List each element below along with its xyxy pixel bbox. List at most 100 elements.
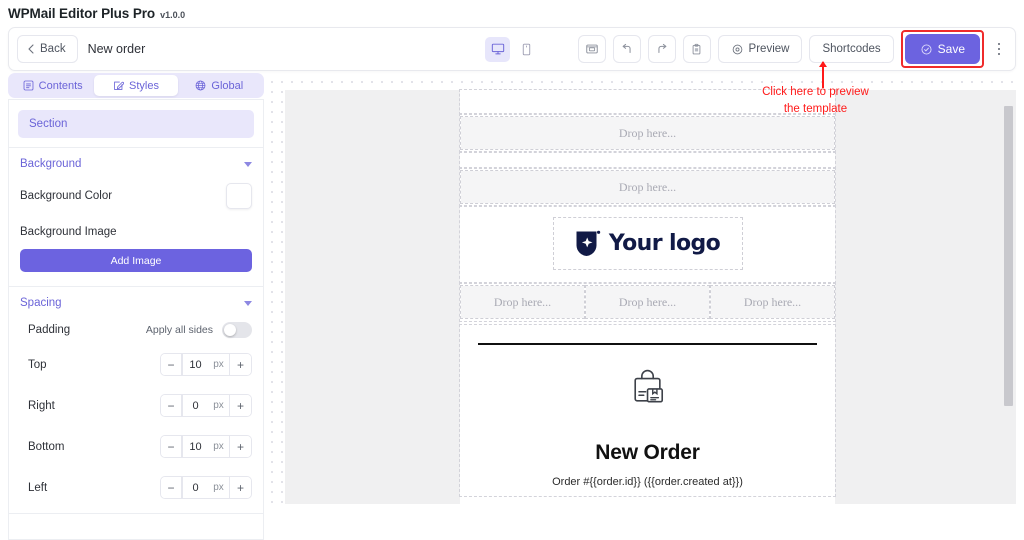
clipboard-button[interactable] (682, 35, 711, 63)
padding-left-row: Left − 0 px + (20, 476, 252, 499)
device-preview-toggle-group (485, 36, 539, 62)
mobile-icon (522, 43, 531, 55)
email-template: Drop here... Drop here... Your logo Drop… (459, 89, 836, 504)
kebab-dot (997, 47, 1001, 51)
background-color-row: Background Color (20, 183, 252, 209)
template-section-top[interactable] (459, 89, 836, 115)
spacing-group-title: Spacing (20, 297, 62, 309)
background-color-swatch[interactable] (226, 183, 252, 209)
tab-contents-label: Contents (38, 79, 83, 92)
toolbar-left-group: Back New order (9, 35, 145, 63)
padding-right-increment[interactable]: + (230, 395, 251, 416)
selected-element-chip[interactable]: Section (18, 110, 254, 138)
padding-top-label: Top (28, 358, 47, 371)
globe-icon (195, 80, 206, 91)
redo-button[interactable] (647, 35, 676, 63)
sidebar-tab-bar: Contents Styles Global (8, 73, 264, 98)
chevron-down-icon (244, 300, 252, 306)
canvas-scrollbar-thumb[interactable] (1004, 106, 1013, 406)
padding-top-stepper[interactable]: − 10 px + (160, 353, 252, 376)
background-image-row: Background Image Add Image (20, 222, 252, 272)
apply-all-sides-label: Apply all sides (145, 324, 213, 336)
shortcodes-button-label: Shortcodes (822, 43, 881, 55)
tab-contents[interactable]: Contents (11, 75, 94, 96)
divider (478, 343, 817, 345)
padding-right-stepper[interactable]: − 0 px + (160, 394, 252, 417)
annotation-arrow (819, 61, 826, 88)
padding-bottom-stepper[interactable]: − 10 px + (160, 435, 252, 458)
padding-bottom-decrement[interactable]: − (161, 436, 182, 457)
padding-top-value[interactable]: 10 (182, 354, 208, 375)
dropzone[interactable]: Drop here... (585, 285, 710, 319)
padding-right-row: Right − 0 px + (20, 394, 252, 417)
save-as-template-button[interactable] (577, 35, 606, 63)
padding-left-unit: px (208, 477, 230, 498)
template-section-2[interactable]: Drop here... (459, 167, 836, 207)
selected-element-panel: Section (8, 99, 264, 147)
toggle-knob (224, 324, 236, 336)
template-section-order[interactable]: New Order Order #{{order.id}} ({{order.c… (459, 324, 836, 497)
padding-left-decrement[interactable]: − (161, 477, 182, 498)
order-title[interactable]: New Order (460, 441, 835, 465)
app-header: WPMail Editor Plus Pro v1.0.0 (0, 0, 1024, 26)
undo-button[interactable] (612, 35, 641, 63)
styles-panel: Background Background Color Background I… (8, 147, 264, 514)
tab-global[interactable]: Global (178, 75, 261, 96)
padding-bottom-increment[interactable]: + (230, 436, 251, 457)
template-save-icon (585, 44, 598, 54)
shield-spark-logo-icon (575, 229, 601, 258)
template-section-columns[interactable]: Drop here... Drop here... Drop here... (459, 282, 836, 322)
sidebar-panel-footer (8, 514, 264, 540)
shortcodes-button[interactable]: Shortcodes (809, 35, 894, 63)
padding-left-increment[interactable]: + (230, 477, 251, 498)
dropzone[interactable]: Drop here... (460, 285, 585, 319)
padding-row: Padding Apply all sides (20, 322, 252, 338)
kebab-dot (997, 42, 1001, 46)
background-group-title: Background (20, 158, 82, 170)
add-image-button[interactable]: Add Image (20, 249, 252, 272)
spacing-group: Spacing Padding Apply all sides Top − 10… (9, 286, 263, 513)
dropzone[interactable]: Drop here... (460, 170, 835, 204)
more-options-button[interactable] (991, 42, 1007, 56)
clipboard-icon (692, 43, 701, 54)
desktop-icon (491, 43, 504, 55)
save-button-highlight: Save (900, 30, 984, 68)
padding-top-increment[interactable]: + (230, 354, 251, 375)
spacing-group-header[interactable]: Spacing (20, 297, 252, 309)
back-button[interactable]: Back (17, 35, 78, 63)
padding-left-stepper[interactable]: − 0 px + (160, 476, 252, 499)
padding-top-decrement[interactable]: − (161, 354, 182, 375)
dropzone[interactable]: Drop here... (460, 116, 835, 150)
padding-left-value[interactable]: 0 (182, 477, 208, 498)
shopping-bag-box-icon (630, 369, 666, 407)
template-section-logo[interactable]: Your logo (459, 205, 836, 284)
chevron-left-icon (27, 44, 35, 54)
editor-toolbar: Back New order Preview Shortcodes Save (8, 27, 1016, 71)
padding-bottom-value[interactable]: 10 (182, 436, 208, 457)
order-icon-wrap[interactable] (460, 369, 835, 407)
kebab-dot (997, 52, 1001, 56)
padding-top-row: Top − 10 px + (20, 353, 252, 376)
tab-styles[interactable]: Styles (94, 75, 178, 96)
background-group: Background Background Color Background I… (9, 147, 263, 286)
order-meta[interactable]: Order #{{order.id}} ({{order.created at}… (460, 476, 835, 496)
tab-styles-label: Styles (129, 79, 159, 92)
device-mobile-button[interactable] (514, 37, 539, 62)
template-section-1[interactable]: Drop here... (459, 113, 836, 153)
apply-all-sides-toggle[interactable] (222, 322, 252, 338)
save-button-label: Save (937, 42, 965, 56)
background-group-header[interactable]: Background (20, 158, 252, 170)
padding-right-value[interactable]: 0 (182, 395, 208, 416)
save-button[interactable]: Save (904, 34, 980, 64)
padding-left-label: Left (28, 481, 48, 494)
logo-block[interactable]: Your logo (552, 217, 743, 270)
device-desktop-button[interactable] (485, 36, 510, 62)
logo-text: Your logo (608, 231, 721, 256)
template-section-spacer[interactable] (459, 151, 836, 169)
padding-bottom-row: Bottom − 10 px + (20, 435, 252, 458)
eye-icon (731, 43, 744, 56)
dropzone[interactable]: Drop here... (710, 285, 835, 319)
padding-right-decrement[interactable]: − (161, 395, 182, 416)
preview-button[interactable]: Preview (717, 35, 803, 63)
selected-element-label: Section (29, 118, 68, 130)
